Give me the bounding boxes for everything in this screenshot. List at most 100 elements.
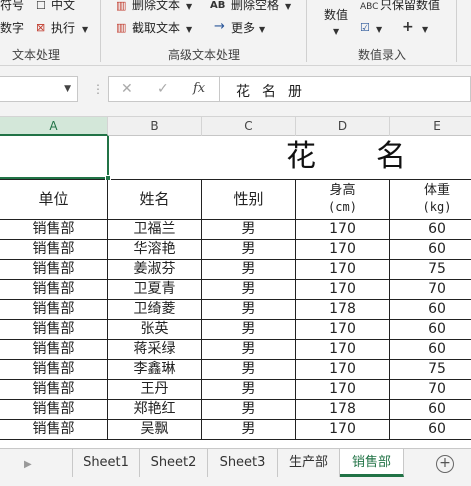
header-dept[interactable]: 单位 xyxy=(0,180,108,219)
cell-dept[interactable]: 销售部 xyxy=(0,360,108,379)
header-height[interactable]: 身高 (cm) xyxy=(296,180,390,219)
chevron-down-icon[interactable]: ▼ xyxy=(285,1,291,13)
tab-sales[interactable]: 销售部 xyxy=(340,449,404,477)
cell-height[interactable]: 170 xyxy=(296,260,390,279)
cell-dept[interactable]: 销售部 xyxy=(0,300,108,319)
worksheet-grid[interactable]: 花名 单位 姓名 性别 身高 (cm) 体重 (kg) 销售部 卫福兰男 170 60… xyxy=(0,136,471,448)
cell-weight[interactable]: 70 xyxy=(390,280,471,299)
cell-gender[interactable]: 男 xyxy=(202,400,296,419)
cell-weight[interactable]: 60 xyxy=(390,300,471,319)
cell-gender[interactable]: 男 xyxy=(202,320,296,339)
plus-icon[interactable]: + xyxy=(402,20,414,34)
cell-name[interactable]: 蒋采绿 xyxy=(108,340,202,359)
header-name[interactable]: 姓名 xyxy=(108,180,202,219)
cell-dept[interactable]: 销售部 xyxy=(0,280,108,299)
cell-weight[interactable]: 60 xyxy=(390,240,471,259)
header-gender[interactable]: 性别 xyxy=(202,180,296,219)
cell-gender[interactable]: 男 xyxy=(202,260,296,279)
keep-numbers-button[interactable]: 只保留数值 xyxy=(380,0,440,12)
symbol-button[interactable]: 符号 xyxy=(0,0,24,12)
cell-weight[interactable]: 60 xyxy=(390,320,471,339)
cell-height[interactable]: 170 xyxy=(296,240,390,259)
tab-sheet2[interactable]: Sheet2 xyxy=(140,449,208,477)
cell-gender[interactable]: 男 xyxy=(202,240,296,259)
cell-name[interactable]: 王丹 xyxy=(108,380,202,399)
column-header-a[interactable]: A xyxy=(0,117,108,136)
cell-name[interactable]: 李鑫琳 xyxy=(108,360,202,379)
cell-height[interactable]: 170 xyxy=(296,280,390,299)
cell-height[interactable]: 170 xyxy=(296,380,390,399)
cell-weight[interactable]: 60 xyxy=(390,220,471,239)
execute-button[interactable]: 执行 xyxy=(51,21,75,35)
delete-spaces-button[interactable]: 删除空格 xyxy=(231,0,279,12)
cell-dept[interactable]: 销售部 xyxy=(0,260,108,279)
edit-icon[interactable]: ☑ xyxy=(360,22,370,34)
cell-weight[interactable]: 75 xyxy=(390,360,471,379)
cell-gender[interactable]: 男 xyxy=(202,300,296,319)
cell-height[interactable]: 170 xyxy=(296,340,390,359)
numeric-button[interactable]: 数值 xyxy=(324,8,348,22)
cell-name[interactable]: 华溶艳 xyxy=(108,240,202,259)
name-box[interactable]: ▼ xyxy=(0,76,78,102)
chevron-down-icon[interactable]: ▼ xyxy=(333,26,339,38)
cell-name[interactable]: 郑艳红 xyxy=(108,400,202,419)
cell-gender[interactable]: 男 xyxy=(202,380,296,399)
tab-sheet3[interactable]: Sheet3 xyxy=(208,449,278,477)
confirm-icon[interactable]: ✓ xyxy=(157,81,169,97)
header-weight[interactable]: 体重 (kg) xyxy=(390,180,471,219)
cell-dept[interactable]: 销售部 xyxy=(0,320,108,339)
chevron-down-icon[interactable]: ▼ xyxy=(186,24,192,36)
cell-height[interactable]: 170 xyxy=(296,320,390,339)
column-header-e[interactable]: E xyxy=(390,117,471,136)
column-header-c[interactable]: C xyxy=(202,117,296,136)
cell-height[interactable]: 178 xyxy=(296,400,390,419)
cell-weight[interactable]: 60 xyxy=(390,420,471,439)
scroll-tabs-right-icon[interactable]: ▶ xyxy=(24,459,32,470)
cell-dept[interactable]: 销售部 xyxy=(0,380,108,399)
cell-name[interactable]: 吴飘 xyxy=(108,420,202,439)
cell-dept[interactable]: 销售部 xyxy=(0,420,108,439)
add-sheet-icon[interactable]: + xyxy=(436,455,454,473)
cell-gender[interactable]: 男 xyxy=(202,420,296,439)
more-button[interactable]: 更多 xyxy=(231,21,255,35)
cell-dept[interactable]: 销售部 xyxy=(0,340,108,359)
splitter-handle-icon[interactable]: ⋮ xyxy=(92,82,104,96)
cell-height[interactable]: 170 xyxy=(296,360,390,379)
cell-gender[interactable]: 男 xyxy=(202,220,296,239)
chevron-down-icon[interactable]: ▼ xyxy=(259,24,265,36)
tab-sheet1[interactable]: Sheet1 xyxy=(72,449,140,477)
delete-text-button[interactable]: 删除文本 xyxy=(132,0,180,12)
cell-dept[interactable]: 销售部 xyxy=(0,400,108,419)
chevron-down-icon[interactable]: ▼ xyxy=(422,24,428,36)
cell-weight[interactable]: 60 xyxy=(390,340,471,359)
cell-gender[interactable]: 男 xyxy=(202,340,296,359)
insert-function-icon[interactable]: fx xyxy=(193,81,205,96)
column-header-d[interactable]: D xyxy=(296,117,390,136)
cell-name[interactable]: 卫夏青 xyxy=(108,280,202,299)
cell-dept[interactable]: 销售部 xyxy=(0,240,108,259)
cell-weight[interactable]: 75 xyxy=(390,260,471,279)
cell-name[interactable]: 卫福兰 xyxy=(108,220,202,239)
checkbox-icon[interactable]: ☐ xyxy=(36,0,46,12)
selected-cell[interactable] xyxy=(0,136,111,181)
cell-name[interactable]: 张英 xyxy=(108,320,202,339)
chevron-down-icon[interactable]: ▼ xyxy=(376,24,382,36)
cell-height[interactable]: 178 xyxy=(296,300,390,319)
cell-weight[interactable]: 60 xyxy=(390,400,471,419)
chinese-button[interactable]: 中文 xyxy=(51,0,75,12)
chevron-down-icon[interactable]: ▼ xyxy=(186,1,192,13)
chevron-down-icon[interactable]: ▼ xyxy=(64,84,71,94)
cell-name[interactable]: 姜淑芬 xyxy=(108,260,202,279)
cell-height[interactable]: 170 xyxy=(296,420,390,439)
extract-text-button[interactable]: 截取文本 xyxy=(132,21,180,35)
chevron-down-icon[interactable]: ▼ xyxy=(82,24,88,36)
cell-name[interactable]: 卫绮菱 xyxy=(108,300,202,319)
column-header-b[interactable]: B xyxy=(108,117,202,136)
cell-gender[interactable]: 男 xyxy=(202,280,296,299)
cancel-icon[interactable]: ✕ xyxy=(121,81,133,97)
number-button[interactable]: 数字 xyxy=(0,21,24,35)
tab-production[interactable]: 生产部 xyxy=(278,449,340,477)
cell-gender[interactable]: 男 xyxy=(202,360,296,379)
cell-height[interactable]: 170 xyxy=(296,220,390,239)
formula-input[interactable]: 花名册 xyxy=(220,76,471,102)
